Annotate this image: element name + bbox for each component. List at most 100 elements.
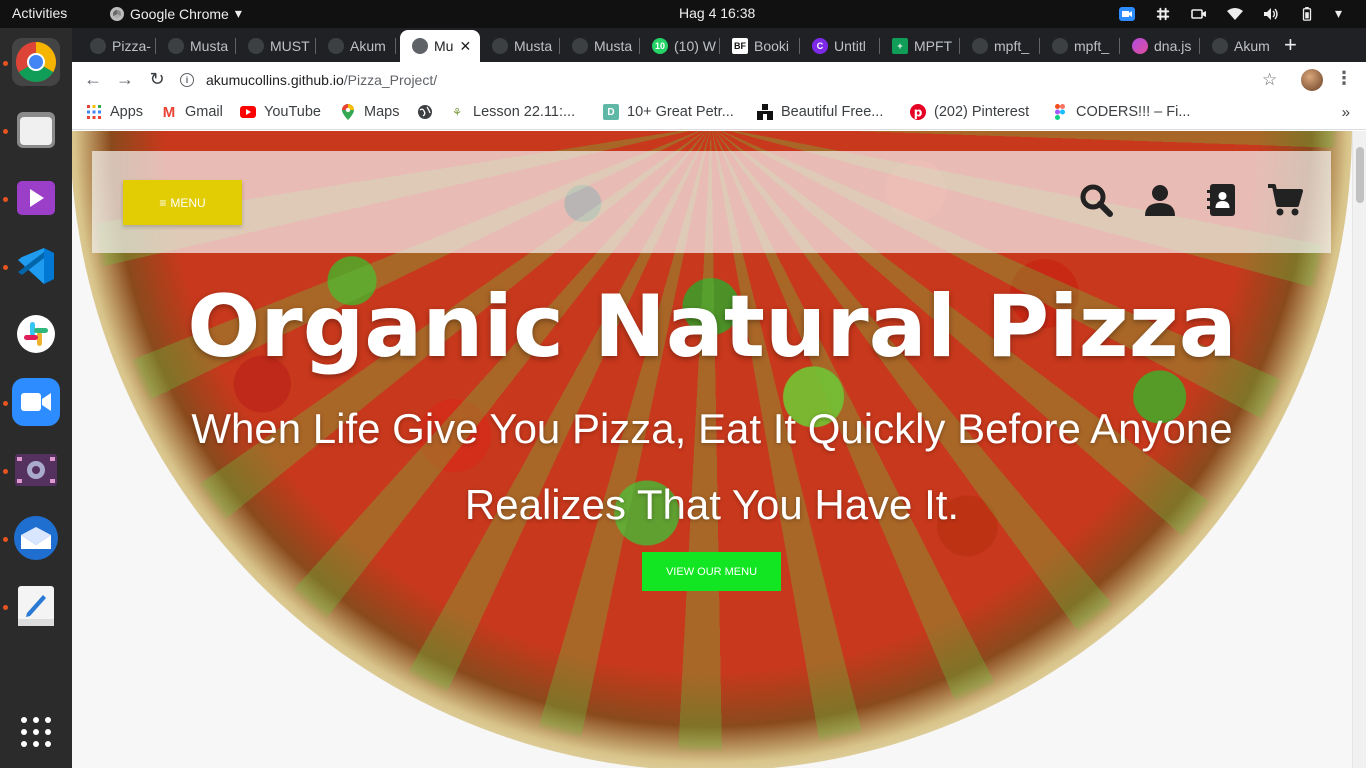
tab[interactable]: Pizza- bbox=[78, 30, 156, 62]
files-icon[interactable] bbox=[12, 106, 60, 154]
tab[interactable]: + MPFT bbox=[880, 30, 960, 62]
forward-arrow-icon[interactable]: → bbox=[114, 69, 136, 90]
user-icon[interactable] bbox=[1143, 183, 1177, 217]
tab-title: Akum bbox=[350, 38, 386, 54]
tab[interactable]: dna.js bbox=[1120, 30, 1200, 62]
bookmark-label: Lesson 22.11:... bbox=[473, 104, 576, 120]
tab-strip: Pizza- Musta MUST Akum Mu ✕ Musta Musta 1… bbox=[72, 28, 1366, 62]
site-header: ≡ MENU bbox=[92, 151, 1331, 253]
tab[interactable]: mpft_ bbox=[960, 30, 1040, 62]
page-scrollbar[interactable] bbox=[1352, 131, 1366, 768]
bookmark-beautiful[interactable]: Beautiful Free... bbox=[757, 104, 883, 120]
camera-tray-icon[interactable] bbox=[1191, 7, 1207, 21]
tab[interactable]: mpft_ bbox=[1040, 30, 1120, 62]
show-apps-icon[interactable] bbox=[12, 708, 60, 756]
slack-tray-icon[interactable] bbox=[1155, 7, 1171, 21]
tab-title: Pizza- bbox=[112, 38, 151, 54]
wifi-icon[interactable] bbox=[1226, 7, 1243, 21]
bookmark-youtube[interactable]: YouTube bbox=[240, 104, 321, 120]
profile-avatar[interactable] bbox=[1301, 69, 1323, 91]
tab[interactable]: 10 (10) W bbox=[640, 30, 720, 62]
slack-icon[interactable] bbox=[12, 310, 60, 358]
tab[interactable]: Musta bbox=[156, 30, 236, 62]
plant-icon: ⚘ bbox=[452, 106, 462, 119]
tab[interactable]: Musta bbox=[480, 30, 560, 62]
chrome-icon[interactable] bbox=[12, 38, 60, 86]
zoom-tray-icon[interactable] bbox=[1118, 6, 1135, 21]
header-icons bbox=[1079, 183, 1303, 217]
bookmark-petr[interactable]: D 10+ Great Petr... bbox=[603, 104, 734, 120]
thunderbird-icon[interactable] bbox=[12, 514, 60, 562]
pinterest-icon: p bbox=[910, 104, 926, 120]
chrome-window: Pizza- Musta MUST Akum Mu ✕ Musta Musta 1… bbox=[72, 28, 1366, 768]
building-icon bbox=[757, 104, 773, 120]
tab-active[interactable]: Mu ✕ bbox=[400, 30, 480, 62]
bookmark-coders[interactable]: CODERS!!! – Fi... bbox=[1052, 104, 1190, 120]
chrome-menu-icon[interactable]: ⋮ bbox=[1335, 68, 1353, 89]
search-icon[interactable] bbox=[1079, 183, 1113, 217]
running-indicator bbox=[3, 61, 8, 66]
bookmark-site-icon: BF bbox=[732, 38, 748, 54]
battery-icon[interactable] bbox=[1299, 6, 1315, 21]
tab-title: Musta bbox=[514, 38, 553, 54]
system-top-bar: Activities Google Chrome ▾ Hag 4 16:38 ▾ bbox=[0, 0, 1366, 28]
gmail-icon: M bbox=[162, 103, 176, 121]
running-indicator bbox=[3, 537, 8, 542]
video-player-icon[interactable] bbox=[12, 174, 60, 222]
system-menu-caret-icon[interactable]: ▾ bbox=[1335, 5, 1342, 22]
bookmark-label: CODERS!!! – Fi... bbox=[1076, 104, 1191, 120]
vscode-icon[interactable] bbox=[12, 242, 60, 290]
new-tab-button[interactable]: + bbox=[1284, 32, 1297, 58]
github-icon bbox=[168, 38, 184, 54]
address-bar[interactable]: i akumucollins.github.io/Pizza_Project/ bbox=[180, 66, 1288, 94]
bookmark-pinterest[interactable]: p (202) Pinterest bbox=[910, 104, 1029, 120]
reload-icon[interactable]: ↻ bbox=[146, 69, 168, 90]
globe-icon bbox=[418, 105, 432, 119]
tab[interactable]: C Untitl bbox=[800, 30, 880, 62]
bookmark-lesson[interactable]: ⚘ Lesson 22.11:... bbox=[449, 104, 575, 120]
running-indicator bbox=[3, 197, 8, 202]
tab[interactable]: Musta bbox=[560, 30, 640, 62]
system-tray[interactable]: ▾ bbox=[1118, 5, 1342, 22]
bookmarks-overflow-icon[interactable]: » bbox=[1342, 104, 1350, 121]
screen-recorder-icon[interactable] bbox=[12, 446, 60, 494]
dna-icon bbox=[1132, 38, 1148, 54]
menu-button[interactable]: ≡ MENU bbox=[123, 180, 242, 225]
activities-button[interactable]: Activities bbox=[12, 5, 67, 21]
scrollbar-thumb[interactable] bbox=[1356, 147, 1364, 203]
tab[interactable]: Akum bbox=[316, 30, 396, 62]
volume-icon[interactable] bbox=[1263, 7, 1279, 21]
running-indicator bbox=[3, 605, 8, 610]
whatsapp-icon: 10 bbox=[652, 38, 668, 54]
tab-title: (10) W bbox=[674, 38, 716, 54]
site-info-icon[interactable]: i bbox=[180, 73, 194, 87]
running-indicator bbox=[3, 469, 8, 474]
shopping-cart-icon[interactable] bbox=[1267, 183, 1303, 217]
view-our-menu-button[interactable]: VIEW OUR MENU bbox=[642, 552, 781, 591]
close-tab-icon[interactable]: ✕ bbox=[459, 38, 471, 55]
figma-icon bbox=[1055, 104, 1065, 120]
bookmark-apps[interactable]: Apps bbox=[86, 104, 143, 120]
bookmark-star-icon[interactable]: ☆ bbox=[1262, 70, 1277, 90]
zoom-icon[interactable] bbox=[12, 378, 60, 426]
back-arrow-icon[interactable]: ← bbox=[82, 69, 104, 90]
tab[interactable]: BF Booki bbox=[720, 30, 800, 62]
chrome-mini-icon bbox=[110, 6, 124, 21]
text-editor-icon[interactable] bbox=[12, 582, 60, 630]
app-menu[interactable]: Google Chrome ▾ bbox=[110, 5, 242, 22]
bookmark-maps[interactable]: Maps bbox=[340, 104, 399, 120]
hamburger-icon: ≡ bbox=[159, 195, 167, 210]
apps-grid-icon bbox=[87, 105, 101, 119]
tab[interactable]: MUST bbox=[236, 30, 316, 62]
clock[interactable]: Hag 4 16:38 bbox=[679, 5, 755, 21]
bookmark-gmail[interactable]: M Gmail bbox=[161, 103, 223, 121]
tab-title: Akum bbox=[1234, 38, 1270, 54]
bookmark-globe[interactable] bbox=[417, 104, 433, 120]
running-indicator bbox=[3, 129, 8, 134]
bookmark-label: Apps bbox=[110, 104, 144, 120]
tab-title: Musta bbox=[190, 38, 229, 54]
tab[interactable]: Akum bbox=[1200, 30, 1280, 62]
tab-title: MUST bbox=[270, 38, 310, 54]
contact-book-icon[interactable] bbox=[1207, 183, 1237, 217]
github-icon bbox=[248, 38, 264, 54]
